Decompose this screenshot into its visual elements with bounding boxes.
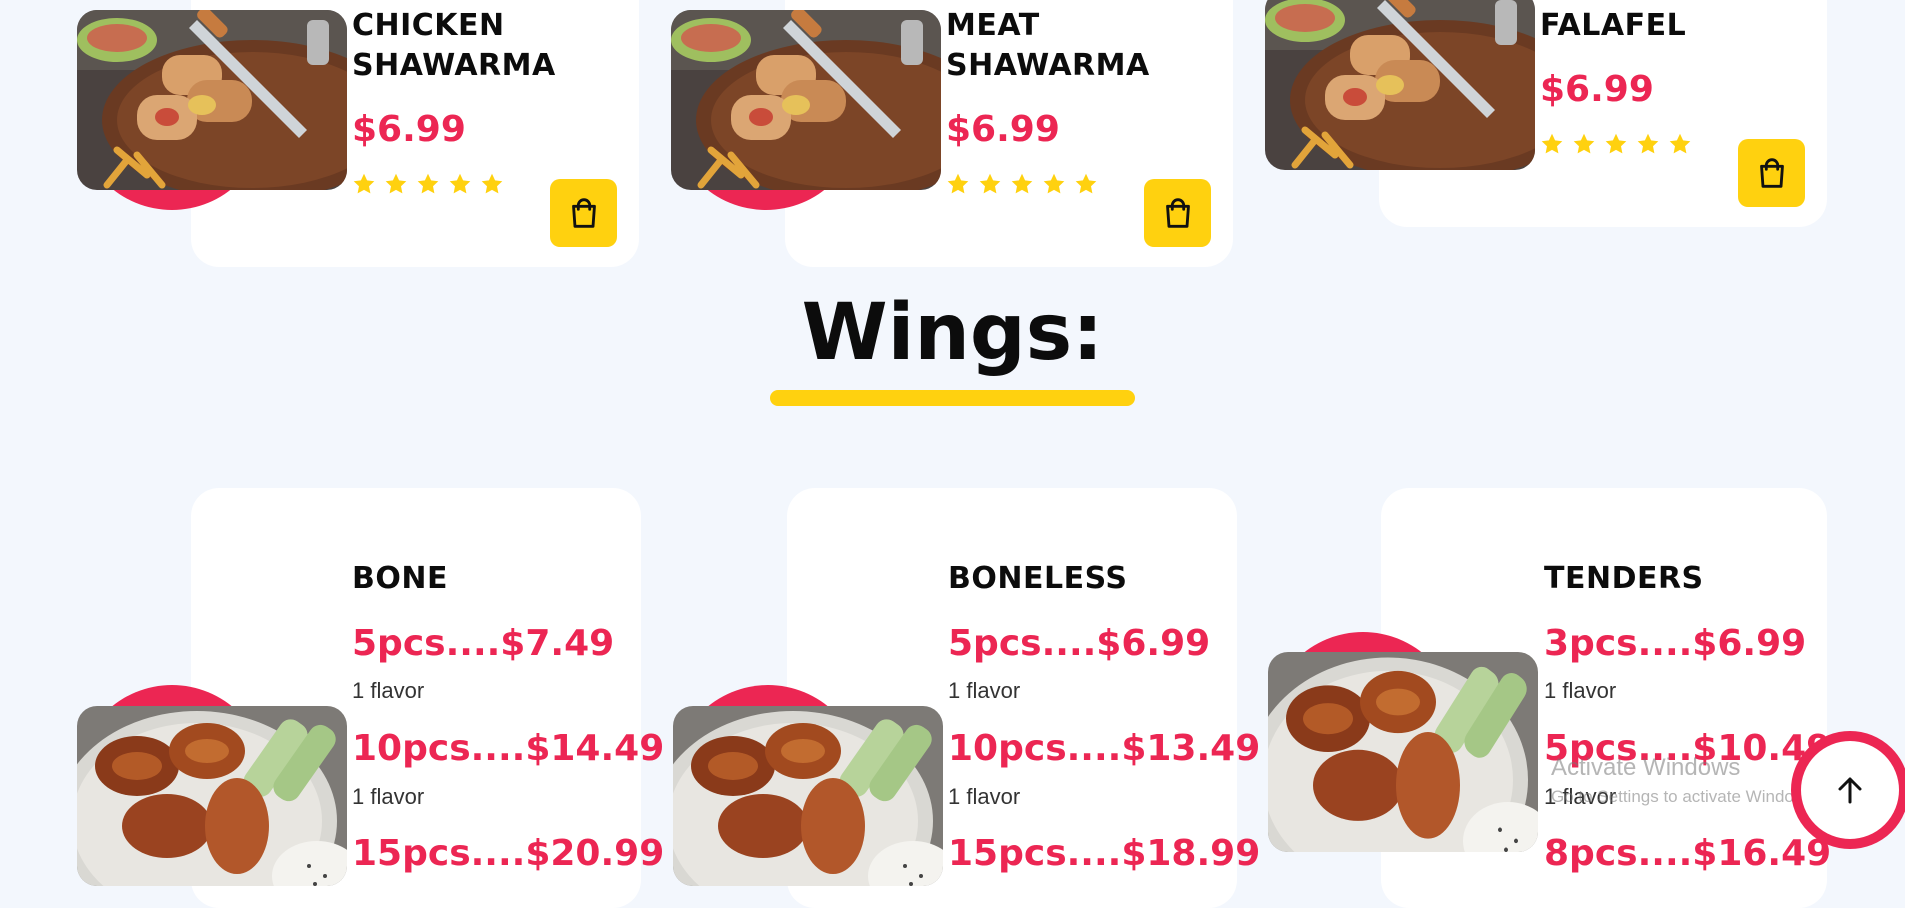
star-icon <box>1074 172 1098 196</box>
wing-option-price: 10pcs....$13.49 <box>948 728 1261 769</box>
star-icon <box>1572 132 1596 156</box>
wing-option-note: 1 flavor <box>1544 784 1617 809</box>
chicken-shawarma-image <box>77 10 347 190</box>
star-icon <box>352 172 376 196</box>
wing-option-note: 1 flavor <box>352 678 425 703</box>
wing-option-price: 5pcs....$6.99 <box>948 623 1211 664</box>
star-icon <box>1042 172 1066 196</box>
star-icon <box>416 172 440 196</box>
scroll-to-top-button[interactable] <box>1791 731 1905 849</box>
item-title: TENDERS <box>1544 561 1704 596</box>
wing-option-price: 5pcs....$10.49 <box>1544 728 1832 769</box>
item-title: FALAFEL <box>1540 8 1687 43</box>
item-title: CHICKEN SHAWARMA <box>352 8 556 83</box>
shopping-bag-icon <box>1159 194 1197 232</box>
item-price: $6.99 <box>946 109 1060 150</box>
section-title-wings: Wings: <box>801 288 1104 378</box>
wing-option-price: 8pcs....$16.49 <box>1544 833 1832 874</box>
star-icon <box>1010 172 1034 196</box>
star-icon <box>1604 132 1628 156</box>
item-title: MEAT SHAWARMA <box>946 8 1150 83</box>
wing-option-price: 15pcs....$18.99 <box>948 833 1261 874</box>
shopping-bag-icon <box>1753 154 1791 192</box>
wing-option-note: 1 flavor <box>352 784 425 809</box>
star-icon <box>1636 132 1660 156</box>
add-to-cart-button[interactable] <box>1738 139 1805 207</box>
star-icon <box>480 172 504 196</box>
arrow-up-icon <box>1838 777 1862 804</box>
wing-option-note: 1 flavor <box>948 784 1021 809</box>
falafel-image <box>1265 0 1535 170</box>
star-icon <box>946 172 970 196</box>
item-title: BONE <box>352 561 448 596</box>
wing-option-price: 10pcs....$14.49 <box>352 728 665 769</box>
wing-option-price: 5pcs....$7.49 <box>352 623 615 664</box>
wing-option-price: 15pcs....$20.99 <box>352 833 665 874</box>
shopping-bag-icon <box>565 194 603 232</box>
rating-stars <box>352 172 504 196</box>
bone-wings-image <box>77 706 347 886</box>
add-to-cart-button[interactable] <box>550 179 617 247</box>
star-icon <box>384 172 408 196</box>
item-price: $6.99 <box>352 109 466 150</box>
star-icon <box>978 172 1002 196</box>
star-icon <box>1540 132 1564 156</box>
boneless-wings-image <box>673 706 943 886</box>
meat-shawarma-image <box>671 10 941 190</box>
wing-option-price: 3pcs....$6.99 <box>1544 623 1807 664</box>
section-title-underline <box>770 390 1135 406</box>
rating-stars <box>946 172 1098 196</box>
wing-option-note: 1 flavor <box>1544 678 1617 703</box>
star-icon <box>1668 132 1692 156</box>
wing-option-note: 1 flavor <box>948 678 1021 703</box>
add-to-cart-button[interactable] <box>1144 179 1211 247</box>
item-title: BONELESS <box>948 561 1128 596</box>
star-icon <box>448 172 472 196</box>
item-price: $6.99 <box>1540 69 1654 110</box>
tenders-image <box>1268 652 1538 852</box>
rating-stars <box>1540 132 1692 156</box>
